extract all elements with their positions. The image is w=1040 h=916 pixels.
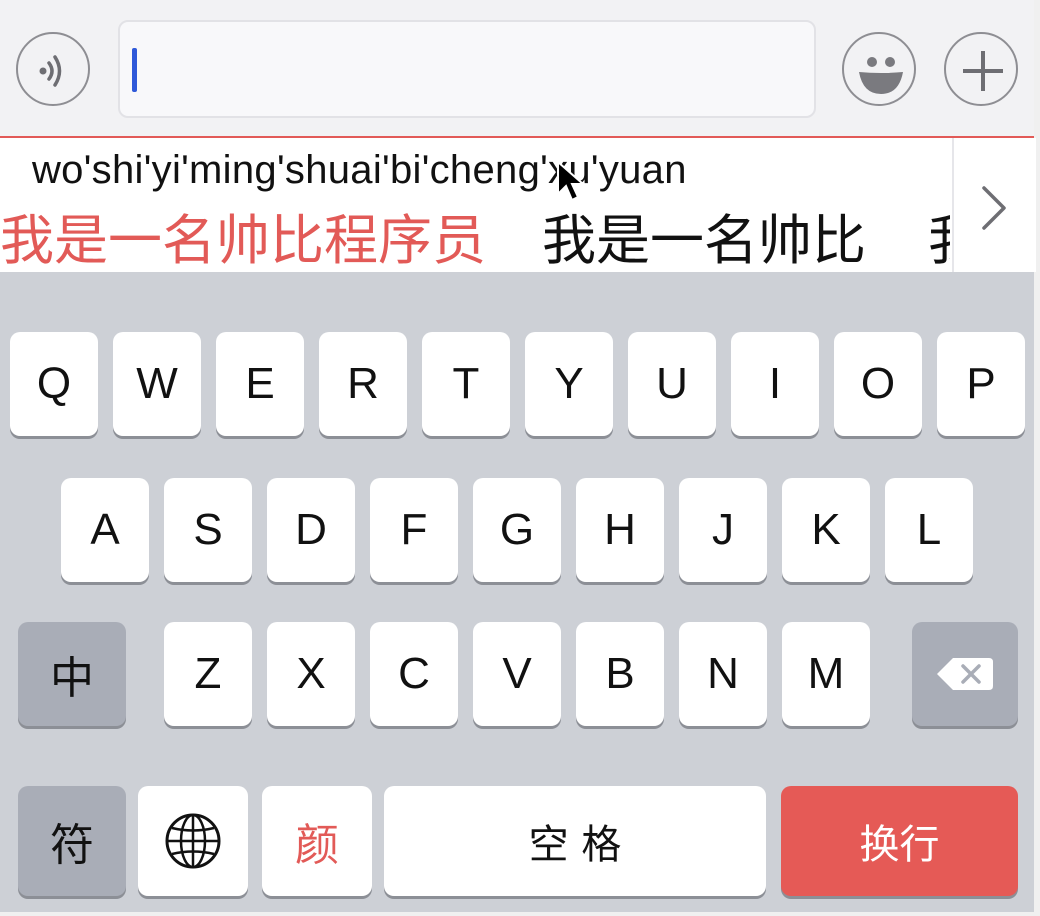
key-o[interactable]: O: [834, 332, 922, 436]
pinyin-composition: wo'shi'yi'ming'shuai'bi'cheng'xu'yuan: [32, 148, 687, 192]
emoticon-key[interactable]: 颜: [262, 786, 372, 896]
key-d[interactable]: D: [267, 478, 355, 582]
keyboard-screen: wo'shi'yi'ming'shuai'bi'cheng'xu'yuan 我是…: [0, 0, 1040, 916]
candidate-bar: wo'shi'yi'ming'shuai'bi'cheng'xu'yuan 我是…: [0, 138, 1036, 275]
candidate-primary[interactable]: 我是一名帅比程序员: [0, 196, 486, 275]
key-k[interactable]: K: [782, 478, 870, 582]
backspace-icon: [937, 658, 993, 690]
globe-key[interactable]: [138, 786, 248, 896]
candidate-second[interactable]: 我是一名帅比: [542, 196, 866, 275]
message-input[interactable]: [118, 20, 816, 118]
key-c[interactable]: C: [370, 622, 458, 726]
globe-icon: [165, 813, 221, 869]
space-key[interactable]: 空 格: [384, 786, 766, 896]
key-e[interactable]: E: [216, 332, 304, 436]
key-f[interactable]: F: [370, 478, 458, 582]
key-v[interactable]: V: [473, 622, 561, 726]
key-n[interactable]: N: [679, 622, 767, 726]
key-w[interactable]: W: [113, 332, 201, 436]
voice-wave-icon: [39, 55, 62, 87]
voice-button[interactable]: [16, 32, 90, 106]
key-q[interactable]: Q: [10, 332, 98, 436]
more-candidates-button[interactable]: [952, 138, 1036, 272]
key-p[interactable]: P: [937, 332, 1025, 436]
key-l[interactable]: L: [885, 478, 973, 582]
key-i[interactable]: I: [731, 332, 819, 436]
key-z[interactable]: Z: [164, 622, 252, 726]
input-toolbar: [0, 0, 1034, 138]
symbol-key[interactable]: 符: [18, 786, 126, 896]
backspace-key[interactable]: [912, 622, 1018, 726]
key-a[interactable]: A: [61, 478, 149, 582]
text-caret: [132, 48, 137, 92]
smiley-face-icon: [859, 57, 903, 94]
key-h[interactable]: H: [576, 478, 664, 582]
return-key[interactable]: 换行: [781, 786, 1018, 896]
key-u[interactable]: U: [628, 332, 716, 436]
key-m[interactable]: M: [782, 622, 870, 726]
candidate-third[interactable]: 我: [928, 196, 950, 275]
key-y[interactable]: Y: [525, 332, 613, 436]
key-x[interactable]: X: [267, 622, 355, 726]
plus-icon: [963, 51, 1003, 91]
key-g[interactable]: G: [473, 478, 561, 582]
key-j[interactable]: J: [679, 478, 767, 582]
add-button[interactable]: [944, 32, 1018, 106]
key-r[interactable]: R: [319, 332, 407, 436]
chevron-right-icon: [982, 186, 1006, 230]
key-b[interactable]: B: [576, 622, 664, 726]
language-switch-key[interactable]: 中: [18, 622, 126, 726]
emoji-button[interactable]: [842, 32, 916, 106]
mouse-pointer-icon: [557, 160, 586, 202]
key-s[interactable]: S: [164, 478, 252, 582]
key-t[interactable]: T: [422, 332, 510, 436]
